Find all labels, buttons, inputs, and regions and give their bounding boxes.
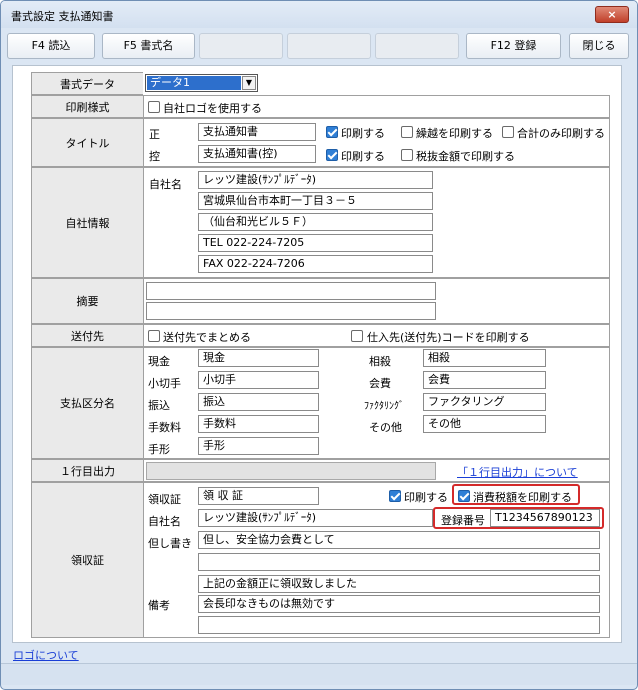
payment-input-offset[interactable]: 相殺 <box>423 349 546 367</box>
excl-tax-label: 税抜金額で印刷する <box>416 150 515 163</box>
payment-label-cash: 現金 <box>148 355 170 368</box>
receipt-print-checkbox[interactable] <box>389 490 401 502</box>
company-line-1[interactable]: レッツ建設(ｻﾝﾌﾟﾙﾃﾞｰﾀ) <box>198 171 433 189</box>
print-carry-checkbox[interactable] <box>401 126 413 138</box>
title-copy-input[interactable]: 支払通知書(控) <box>198 145 316 163</box>
receipt-print-label: 印刷する <box>404 491 448 504</box>
payment-input-check[interactable]: 小切手 <box>198 371 319 389</box>
print-carry-label: 繰越を印刷する <box>416 127 493 140</box>
copy-print-label: 印刷する <box>341 150 385 163</box>
company-line-4[interactable]: TEL 022-224-7205 <box>198 234 433 252</box>
receipt-title-label: 領収証 <box>148 493 181 506</box>
toolbar-empty-slot <box>287 33 371 59</box>
toolbar-empty-slot <box>375 33 459 59</box>
first-line-label: １行目出力 <box>31 459 144 482</box>
use-logo-checkbox[interactable] <box>148 101 160 113</box>
title-label: タイトル <box>31 118 144 167</box>
chevron-down-icon[interactable]: ▼ <box>242 76 256 90</box>
payment-label-membership: 会費 <box>369 377 391 390</box>
title-main-input[interactable]: 支払通知書 <box>198 123 316 141</box>
receipt-title-input[interactable]: 領 収 証 <box>198 487 319 505</box>
registration-label: 登録番号 <box>441 514 485 527</box>
first-line-help-link[interactable]: 「１行目出力」について <box>457 464 578 480</box>
remarks-input-3[interactable] <box>198 616 600 634</box>
receipt-label: 領収証 <box>31 482 144 638</box>
excl-tax-checkbox[interactable] <box>401 149 413 161</box>
format-data-selected: データ1 <box>147 76 241 90</box>
payment-label-fee: 手数料 <box>148 421 181 434</box>
remarks-label: 備考 <box>148 599 170 612</box>
receipt-company-input[interactable]: レッツ建設(ｻﾝﾌﾟﾙﾃﾞｰﾀ) <box>198 509 433 527</box>
remarks-input-1[interactable]: 上記の金額正に領収致しました <box>198 575 600 593</box>
use-logo-label: 自社ロゴを使用する <box>163 102 262 115</box>
company-line-2[interactable]: 宮城県仙台市本町一丁目３－５ <box>198 192 433 210</box>
payment-input-cash[interactable]: 現金 <box>198 349 319 367</box>
payment-input-membership[interactable]: 会費 <box>423 371 546 389</box>
payment-label-check: 小切手 <box>148 377 181 390</box>
payment-input-other[interactable]: その他 <box>423 415 546 433</box>
close-button[interactable]: 閉じる <box>569 33 629 59</box>
total-only-checkbox[interactable] <box>502 126 514 138</box>
print-tax-checkbox[interactable] <box>458 490 470 502</box>
company-label: 自社情報 <box>31 167 144 278</box>
total-only-label: 合計のみ印刷する <box>517 127 605 140</box>
payment-label-bill: 手形 <box>148 443 170 456</box>
register-button[interactable]: F12 登録 <box>466 33 561 59</box>
toolbar-empty-slot <box>199 33 283 59</box>
first-line-input[interactable] <box>146 462 436 480</box>
status-bar <box>1 663 637 685</box>
payment-input-factoring[interactable]: ファクタリング <box>423 393 546 411</box>
summary-input-1[interactable] <box>146 282 436 300</box>
logo-help-link[interactable]: ロゴについて <box>13 647 79 663</box>
payment-label: 支払区分名 <box>31 347 144 459</box>
send-to-label: 送付先 <box>31 324 144 347</box>
summary-input-2[interactable] <box>146 302 436 320</box>
window-title: 書式設定 支払通知書 <box>11 10 114 23</box>
remarks-input-2[interactable]: 会長印なきものは無効です <box>198 595 600 613</box>
title-print-checkbox[interactable] <box>326 126 338 138</box>
print-tax-label: 消費税額を印刷する <box>473 491 572 504</box>
company-line-3[interactable]: （仙台和光ビル５Ｆ） <box>198 213 433 231</box>
combine-checkbox[interactable] <box>148 330 160 342</box>
receipt-company-label: 自社名 <box>148 515 181 528</box>
payment-label-transfer: 振込 <box>148 399 170 412</box>
load-button[interactable]: F4 読込 <box>7 33 95 59</box>
proviso-label: 但し書き <box>148 537 192 550</box>
format-data-label: 書式データ <box>31 72 144 95</box>
payment-label-factoring: ﾌｧｸﾀﾘﾝｸﾞ <box>364 401 404 412</box>
payment-input-transfer[interactable]: 振込 <box>198 393 319 411</box>
payment-label-offset: 相殺 <box>369 355 391 368</box>
registration-input[interactable]: T1234567890123 <box>490 509 600 527</box>
payment-input-fee[interactable]: 手数料 <box>198 415 319 433</box>
combine-label: 送付先でまとめる <box>163 331 251 344</box>
copy-print-checkbox[interactable] <box>326 149 338 161</box>
toolbar: F4 読込 F5 書式名 F12 登録 閉じる <box>7 33 631 61</box>
proviso-input-1[interactable]: 但し、安全協力会費として <box>198 531 600 549</box>
title-print-label: 印刷する <box>341 127 385 140</box>
proviso-input-2[interactable] <box>198 553 600 571</box>
print-code-label: 仕入先(送付先)コードを印刷する <box>367 331 530 344</box>
format-name-button[interactable]: F5 書式名 <box>102 33 195 59</box>
summary-label: 摘要 <box>31 278 144 324</box>
payment-label-other: その他 <box>369 421 402 434</box>
payment-input-bill[interactable]: 手形 <box>198 437 319 455</box>
settings-window: 書式設定 支払通知書 × F4 読込 F5 書式名 F12 登録 閉じる 書式デ… <box>0 0 638 690</box>
company-line-5[interactable]: FAX 022-224-7206 <box>198 255 433 273</box>
format-data-select[interactable]: データ1 ▼ <box>145 74 258 92</box>
print-code-checkbox[interactable] <box>351 330 363 342</box>
print-style-label: 印刷様式 <box>31 95 144 118</box>
title-bar: 書式設定 支払通知書 × <box>1 1 637 28</box>
title-copy-label: 控 <box>149 150 160 163</box>
company-name-label: 自社名 <box>149 178 182 191</box>
title-main-label: 正 <box>149 128 160 141</box>
close-window-button[interactable]: × <box>595 6 629 23</box>
